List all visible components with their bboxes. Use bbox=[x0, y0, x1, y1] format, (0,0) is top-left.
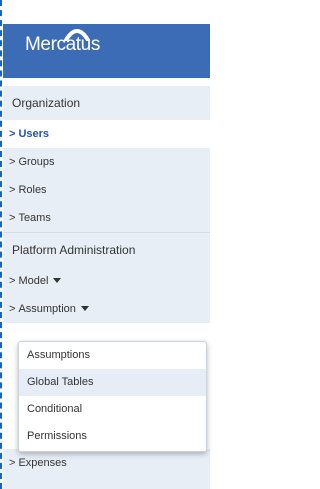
section-title-organization: Organization bbox=[12, 96, 81, 110]
brand-bar: Mercatus bbox=[3, 24, 210, 78]
nav-item-label: Teams bbox=[18, 212, 51, 224]
logo-text: Mercatus bbox=[25, 34, 100, 55]
menu-item-global-tables[interactable]: Global Tables bbox=[19, 369, 206, 396]
arrow-icon: > bbox=[9, 184, 16, 196]
caret-down-icon bbox=[80, 305, 89, 311]
arrow-icon: > bbox=[9, 275, 16, 287]
nav-item-roles[interactable]: > Roles bbox=[3, 176, 210, 204]
nav-item-assumption[interactable]: > Assumption bbox=[3, 295, 210, 323]
nav: Organization > Users > Groups > Roles > Team… bbox=[3, 86, 210, 323]
dashed-guide-line bbox=[0, 0, 2, 489]
header: Mercatus bbox=[3, 0, 210, 78]
nav-item-users[interactable]: > Users bbox=[3, 120, 210, 148]
arrow-icon: > bbox=[9, 457, 16, 469]
nav-item-label: Assumption bbox=[18, 303, 76, 315]
trailing-section: > Expenses bbox=[3, 449, 210, 489]
menu-item-permissions[interactable]: Permissions bbox=[19, 423, 206, 450]
caret-down-icon bbox=[53, 277, 62, 283]
nav-item-label: Groups bbox=[18, 156, 55, 168]
arrow-icon: > bbox=[9, 128, 16, 140]
arrow-icon: > bbox=[9, 156, 16, 168]
nav-item-label: Model bbox=[18, 275, 49, 287]
arrow-icon: > bbox=[9, 303, 16, 315]
nav-item-label: Expenses bbox=[18, 457, 67, 469]
nav-item-teams[interactable]: > Teams bbox=[3, 204, 210, 232]
nav-item-label: Roles bbox=[18, 184, 47, 196]
nav-item-label: Users bbox=[18, 128, 50, 140]
section-organization: Organization > Users > Groups > Roles > Team… bbox=[3, 86, 210, 232]
section-title-platform-administration: Platform Administration bbox=[12, 243, 136, 257]
nav-item-expenses[interactable]: > Expenses bbox=[3, 449, 210, 477]
nav-item-model[interactable]: > Model bbox=[3, 267, 210, 295]
assumption-dropdown-menu: Assumptions Global Tables Conditional Pe… bbox=[18, 341, 207, 452]
section-platform-administration: Platform Administration > Model > Assumpti… bbox=[3, 233, 210, 323]
nav-item-groups[interactable]: > Groups bbox=[3, 148, 210, 176]
arrow-icon: > bbox=[9, 212, 16, 224]
logo[interactable]: Mercatus bbox=[25, 29, 100, 56]
menu-item-conditional[interactable]: Conditional bbox=[19, 396, 206, 423]
menu-item-assumptions[interactable]: Assumptions bbox=[19, 342, 206, 369]
